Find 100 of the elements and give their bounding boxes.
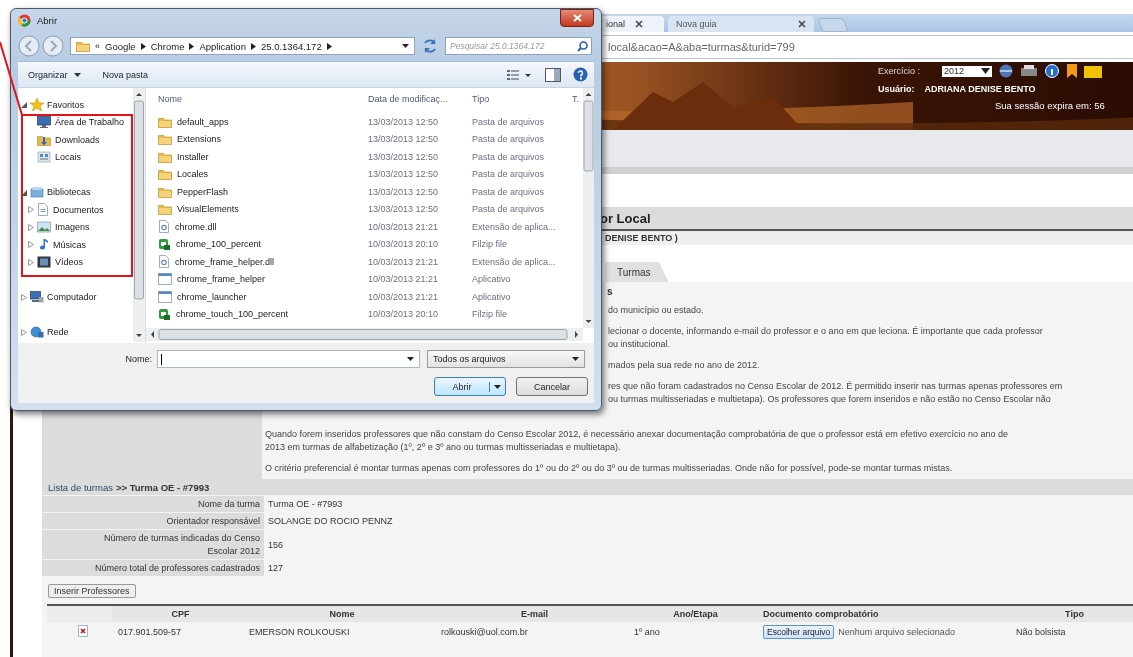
file-row[interactable]: VisualElements 13/03/2013 12:50 Pasta de arquivos: [146, 200, 583, 218]
open-button[interactable]: Abrir: [434, 377, 506, 396]
tree-item[interactable]: Rede: [18, 323, 133, 341]
tree-item[interactable]: Documentos: [28, 201, 133, 219]
path-crumb[interactable]: Chrome: [150, 40, 185, 52]
expanded-arrow-icon[interactable]: [21, 101, 27, 109]
tree-item[interactable]: Imagens: [28, 218, 133, 236]
caret-icon: [981, 68, 990, 74]
field-label: Nome da turma: [42, 496, 264, 512]
file-row[interactable]: Installer 13/03/2013 12:50 Pasta de arquivos: [146, 148, 583, 166]
zip-icon: [158, 307, 171, 321]
file-row[interactable]: chrome.dll 10/03/2013 21:21 Extensão de aplica...: [146, 218, 583, 236]
field-label: Orientador responsável: [42, 513, 264, 529]
field-label: Exercício :: [878, 66, 921, 76]
remove-icon[interactable]: [77, 625, 88, 637]
app-logo-icon: [18, 13, 31, 27]
column-header: E-mail: [435, 606, 628, 622]
close-icon[interactable]: [635, 20, 643, 28]
new-folder-button[interactable]: Nova pasta: [102, 69, 149, 80]
column-header: Tipo: [1010, 606, 1133, 622]
column-header[interactable]: Nome: [146, 94, 368, 104]
choose-file-button[interactable]: Escolher arquivo: [763, 625, 835, 639]
breadcrumb-link[interactable]: Lista de turmas: [48, 481, 113, 493]
view-options-icon[interactable]: [507, 68, 533, 81]
column-header: Nome: [243, 606, 435, 622]
file-row[interactable]: chrome_100_percent 10/03/2013 20:10 Filzip file: [146, 235, 583, 253]
collapsed-arrow-icon[interactable]: [28, 223, 34, 231]
file-row[interactable]: chrome_touch_100_percent 10/03/2013 20:10 Filzip file: [146, 305, 583, 323]
preview-pane-icon[interactable]: [545, 67, 561, 82]
field-label: Número total de professores cadastrados: [42, 560, 264, 576]
music-note-icon: [37, 238, 49, 252]
field-value: SOLANGE DO ROCIO PENNZ: [267, 515, 393, 528]
note-text: mados pela sua rede no ano de 2012.: [608, 359, 761, 372]
help-icon[interactable]: [573, 67, 588, 82]
note-text: do município ou estado.: [608, 304, 705, 317]
path-bar[interactable]: « Google Chrome Application 25.0.1364.172: [70, 37, 415, 55]
collapsed-arrow-icon[interactable]: [28, 258, 34, 266]
expanded-arrow-icon[interactable]: [21, 188, 27, 196]
file-row[interactable]: Extensions 13/03/2013 12:50 Pasta de arquivos: [146, 130, 583, 148]
network-icon: [30, 326, 44, 339]
organize-menu[interactable]: Organizar: [28, 69, 81, 80]
field-value: 127: [267, 562, 284, 575]
tree-item[interactable]: Downloads: [28, 131, 133, 149]
file-row[interactable]: chrome_frame_helper.dll 10/03/2013 21:21 Extensão de aplica...: [146, 253, 583, 271]
printer-icon[interactable]: [1020, 64, 1038, 78]
refresh-icon[interactable]: [421, 37, 439, 55]
tree-item[interactable]: Computador: [18, 288, 133, 306]
tree-item[interactable]: Músicas: [28, 236, 133, 254]
field-value: 156: [267, 538, 284, 552]
field-label: Nome:: [124, 354, 152, 364]
collapsed-arrow-icon[interactable]: [28, 206, 34, 214]
close-icon[interactable]: [798, 20, 806, 28]
star-icon: [30, 98, 44, 112]
search-icon[interactable]: [577, 41, 588, 52]
bookmark-icon[interactable]: [1066, 64, 1078, 78]
chevron-icon: [250, 42, 256, 50]
file-row[interactable]: default_apps 13/03/2013 12:50 Pasta de arquivos: [146, 113, 583, 131]
table-cell-text: rolkouski@uol.com.br: [440, 627, 529, 637]
file-type-select[interactable]: Todos os arquivos: [427, 350, 585, 368]
path-crumb[interactable]: Application: [199, 40, 246, 52]
tree-item[interactable]: Bibliotecas: [18, 183, 133, 201]
close-button[interactable]: [560, 9, 594, 27]
file-row[interactable]: chrome_launcher 10/03/2013 21:21 Aplicativo: [146, 288, 583, 306]
collapsed-arrow-icon[interactable]: [21, 293, 27, 301]
column-header[interactable]: T.: [568, 94, 583, 104]
gear-document-icon: [158, 255, 170, 269]
close-icon: [572, 14, 582, 22]
chevron-icon: [189, 42, 195, 50]
tree-item[interactable]: Área de Trabalho: [28, 113, 133, 131]
gear-document-icon: [158, 220, 170, 234]
column-header: CPF: [112, 606, 243, 622]
user-name: ADRIANA DENISE BENTO: [924, 84, 1036, 94]
collapsed-arrow-icon[interactable]: [21, 328, 27, 336]
insert-teachers-button[interactable]: Inserir Professores: [48, 584, 136, 598]
tree-item[interactable]: Locais: [28, 148, 133, 166]
search-field[interactable]: Pesquisar 25.0.1364.172: [445, 37, 592, 55]
tree-item[interactable]: Vídeos: [28, 253, 133, 271]
note-text: lecionar o docente, informando e-mail do professor e o ano em que leciona. É importante que cada professor ou institucional.: [608, 325, 1044, 351]
collapsed-arrow-icon[interactable]: [28, 241, 34, 249]
file-row[interactable]: chrome_frame_helper 10/03/2013 21:21 Aplicativo: [146, 270, 583, 288]
tree-item[interactable]: Favoritos: [18, 96, 133, 114]
cancel-button[interactable]: Cancelar: [516, 377, 588, 396]
file-row[interactable]: Locales 13/03/2013 12:50 Pasta de arquivos: [146, 165, 583, 183]
table-cell-text: EMERSON ROLKOUSKI: [248, 627, 351, 637]
caret-icon[interactable]: [402, 44, 409, 48]
column-header[interactable]: Tipo: [472, 94, 568, 104]
table-cell-text: 1º ano: [633, 627, 661, 637]
year-select[interactable]: 2012: [942, 65, 992, 77]
path-crumb[interactable]: Google: [105, 40, 136, 52]
places-icon: [37, 151, 51, 164]
file-row[interactable]: PepperFlash 13/03/2013 12:50 Pasta de arquivos: [146, 183, 583, 201]
note-text: Quando forem inseridos professores que não constam do Censo Escolar 2012, é necessário anexar documentação comprobatória de que o professor está em efetivo exercício no ano de 2013 em turmas de alfabetização (1º, 2º e 3º ano ou turmas multisseriadas e multietapa).: [265, 428, 1009, 454]
column-header[interactable]: Data de modificaç...: [368, 94, 472, 104]
notes-heading: s: [607, 286, 614, 298]
page-tab[interactable]: Turmas: [605, 262, 669, 282]
caret-icon: [494, 384, 501, 389]
file-name-field[interactable]: [157, 350, 420, 368]
browser-tab[interactable]: Nova guia: [668, 16, 814, 32]
field-label: Número de turmas indicadas do Censo Escolar 2012: [42, 530, 264, 559]
path-crumb[interactable]: 25.0.1364.172: [260, 40, 322, 52]
